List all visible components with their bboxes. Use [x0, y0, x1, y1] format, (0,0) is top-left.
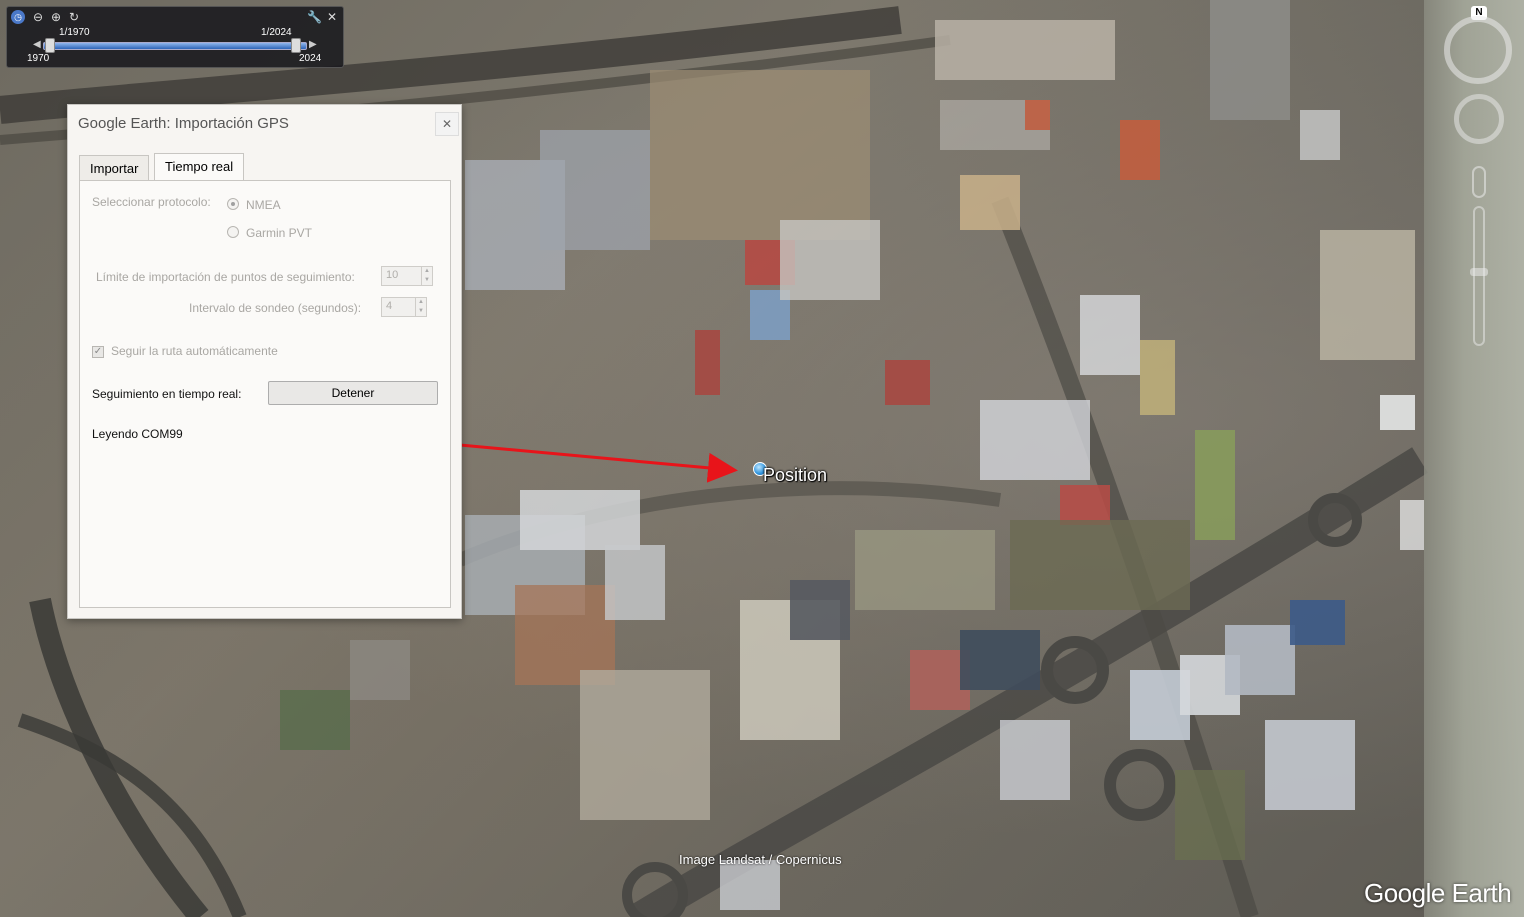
poll-interval-stepper[interactable]: 4 ▲ ▼ [381, 297, 427, 317]
zoom-slider-handle[interactable] [1470, 268, 1488, 276]
realtime-tracking-label: Seguimiento en tiempo real: [92, 387, 242, 401]
start-date-label: 1/1970 [59, 27, 90, 38]
end-year-label: 2024 [299, 53, 322, 64]
zoom-in-time-icon[interactable]: ⊕ [49, 10, 63, 24]
tracking-limit-stepper[interactable]: 10 ▲ ▼ [381, 266, 433, 286]
tab-importar[interactable]: Importar [79, 155, 150, 181]
status-text: Leyendo COM99 [92, 427, 183, 441]
close-icon[interactable]: ✕ [325, 10, 339, 24]
historical-imagery-slider: ◷ ⊖ ⊕ ↻ 🔧 ✕ 1/1970 1/2024 ◀ ▶ 1970 2024 [6, 6, 344, 68]
end-slider-handle[interactable] [291, 38, 301, 53]
look-joystick[interactable] [1444, 16, 1512, 84]
stepper-arrows-icon[interactable]: ▲ ▼ [421, 267, 432, 285]
google-earth-logo: Google Earth [1364, 878, 1512, 908]
step-back-icon[interactable]: ◀ [33, 39, 41, 50]
gps-import-dialog: Google Earth: Importación GPS ✕ Importar… [67, 104, 462, 619]
time-slider-track[interactable] [43, 42, 307, 50]
poll-interval-label: Intervalo de sondeo (segundos): [189, 301, 362, 315]
stepper-arrows-icon[interactable]: ▲ ▼ [415, 298, 426, 316]
wrench-icon[interactable]: 🔧 [307, 10, 322, 24]
refresh-icon[interactable]: ↻ [67, 10, 81, 24]
navigation-controls: N [1440, 6, 1520, 356]
protocol-label: Seleccionar protocolo: [92, 195, 211, 209]
follow-route-label: Seguir la ruta automáticamente [111, 344, 278, 358]
realtime-tab-panel: Seleccionar protocolo: NMEA Garmin PVT L… [79, 180, 451, 608]
imagery-attribution: Image Landsat / Copernicus [679, 852, 842, 867]
zoom-slider[interactable] [1473, 206, 1485, 346]
garmin-pvt-radio[interactable] [227, 226, 239, 238]
zoom-out-time-icon[interactable]: ⊖ [31, 10, 45, 24]
stop-button[interactable]: Detener [268, 381, 438, 405]
end-date-label: 1/2024 [261, 27, 292, 38]
nmea-label: NMEA [246, 198, 281, 212]
poll-interval-value: 4 [386, 300, 393, 312]
start-year-label: 1970 [27, 53, 50, 64]
dialog-close-button[interactable]: ✕ [435, 112, 459, 136]
nmea-radio[interactable] [227, 198, 239, 210]
tab-tiempo-real[interactable]: Tiempo real [154, 153, 245, 182]
move-joystick[interactable] [1454, 94, 1504, 144]
tracking-limit-label: Límite de importación de puntos de segui… [96, 270, 355, 284]
position-label[interactable]: Position [763, 465, 827, 486]
clock-icon[interactable]: ◷ [11, 10, 25, 24]
dialog-title: Google Earth: Importación GPS [78, 115, 289, 132]
street-view-pegman-icon[interactable] [1472, 166, 1486, 198]
start-slider-handle[interactable] [45, 38, 55, 53]
tracking-limit-value: 10 [386, 269, 399, 281]
garmin-pvt-label: Garmin PVT [246, 226, 313, 240]
step-forward-icon[interactable]: ▶ [309, 39, 317, 50]
follow-route-checkbox[interactable]: ✓ [92, 346, 104, 358]
